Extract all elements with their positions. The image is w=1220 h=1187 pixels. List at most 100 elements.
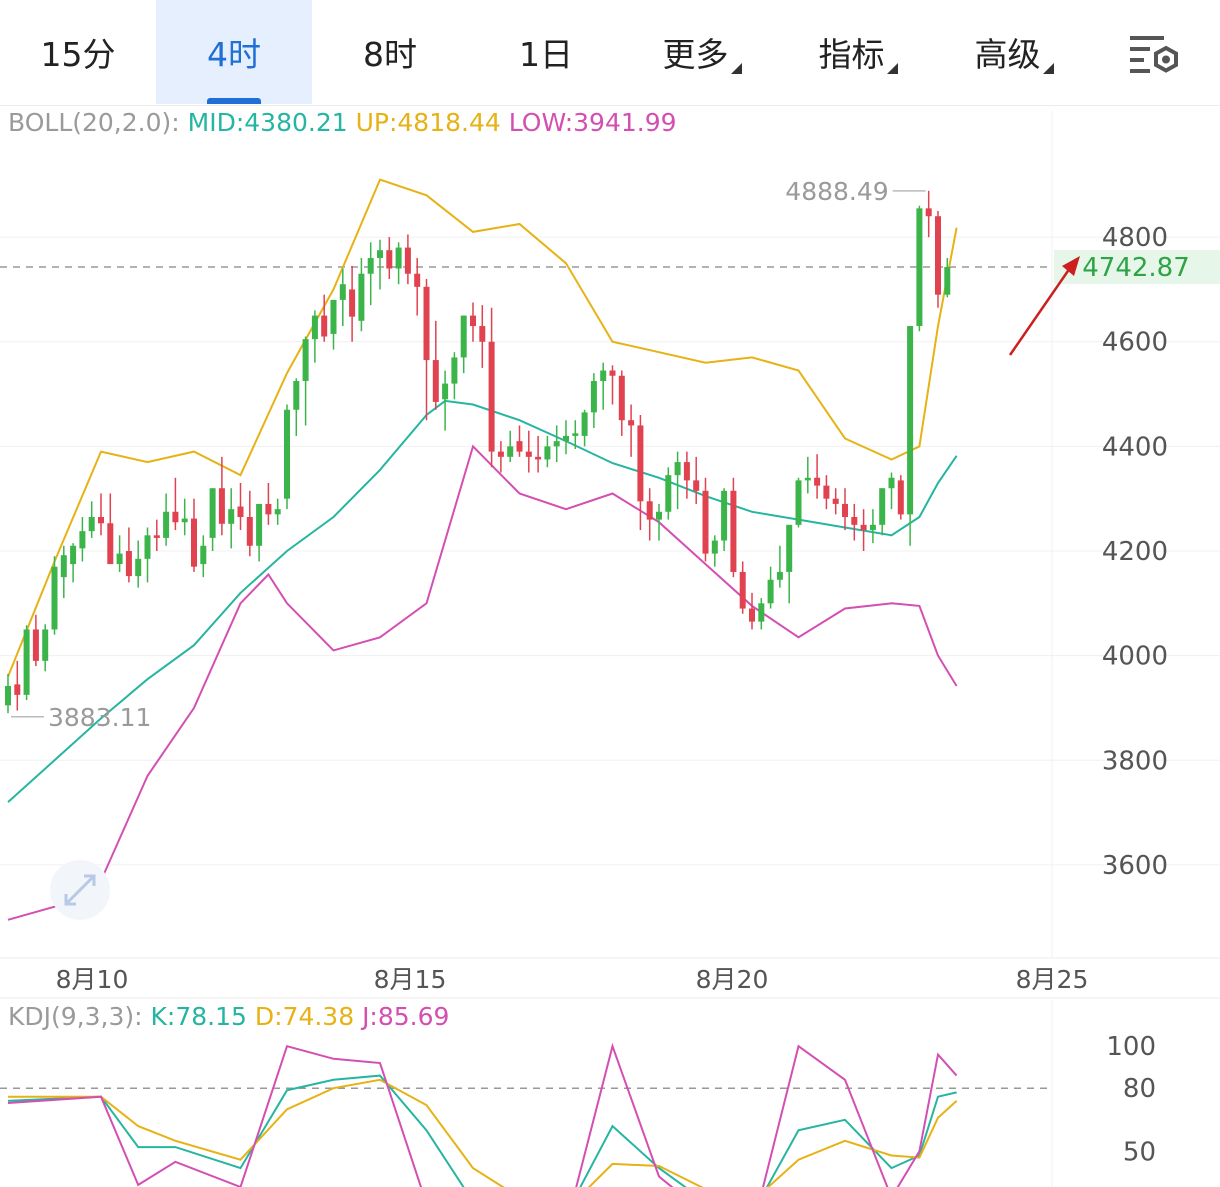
candle-body [776, 571, 783, 580]
candle-body [107, 523, 114, 565]
candle-body [200, 545, 207, 565]
candle-body [246, 516, 253, 546]
candle [200, 535, 207, 578]
candle [404, 234, 411, 285]
candle-body [163, 511, 170, 538]
candle [339, 268, 346, 327]
candle [721, 488, 728, 552]
candle [897, 475, 904, 520]
candle-body [79, 531, 86, 549]
candle [23, 625, 30, 701]
candle [246, 490, 253, 557]
candle-body [581, 412, 588, 436]
kdj-d-line [8, 1078, 958, 1187]
candle-body [907, 326, 914, 515]
candle-body [395, 247, 402, 269]
candle-body [181, 518, 188, 523]
candle [702, 477, 709, 562]
candle-body [553, 441, 560, 447]
candle-body [516, 441, 523, 452]
candle-body [646, 501, 653, 520]
candle-body [767, 579, 774, 604]
candle [823, 475, 830, 510]
candle-body [935, 216, 941, 295]
time-axis-tick-label: 8月15 [374, 965, 447, 994]
candle [711, 535, 718, 567]
candle [656, 503, 662, 541]
candle-body [144, 535, 151, 559]
candle [618, 370, 625, 436]
candle [153, 519, 160, 552]
current-price-value: 4742.87 [1082, 253, 1190, 283]
candle-body [23, 629, 30, 695]
candle [284, 404, 290, 510]
candle-body [758, 603, 765, 622]
candle-body [888, 477, 895, 489]
candle-body [32, 629, 39, 661]
candle [218, 456, 225, 536]
candle-body [618, 375, 625, 421]
candle [88, 501, 95, 538]
candle [907, 326, 914, 546]
candle [386, 237, 393, 279]
time-axis-tick-label: 8月25 [1016, 965, 1089, 994]
price-axis-tick-label: 4200 [1102, 537, 1168, 567]
price-axis-tick-label: 4400 [1102, 432, 1168, 462]
price-axis-tick-label: 3800 [1102, 746, 1168, 776]
candle-body [42, 629, 49, 661]
candle [228, 488, 235, 549]
candle [851, 503, 858, 541]
candle [804, 456, 811, 494]
kdj-axis-tick-label: 100 [1106, 1032, 1156, 1062]
candle-body [432, 360, 439, 402]
candle-body [218, 488, 225, 524]
candle-body [637, 425, 644, 502]
candle-body [116, 553, 123, 565]
candle [349, 265, 356, 342]
candle-body [925, 208, 932, 217]
candle [795, 477, 802, 528]
candle-body [358, 273, 365, 321]
candle [116, 535, 123, 572]
candle [497, 441, 504, 473]
candle [367, 242, 374, 306]
candle-body [98, 516, 104, 524]
candle-body [237, 506, 244, 517]
candle-body [386, 250, 393, 269]
candle-body [284, 409, 290, 499]
candle [767, 566, 774, 609]
candle [181, 498, 188, 536]
candle-body [851, 516, 858, 525]
expand-chart-icon[interactable] [50, 860, 110, 920]
candle [888, 472, 895, 510]
candle [479, 305, 486, 368]
candle-body [451, 357, 458, 384]
candle-body [14, 684, 21, 695]
candle [535, 435, 542, 473]
candle [553, 425, 560, 463]
candle [749, 592, 755, 630]
candle [256, 503, 263, 562]
candle-body [600, 370, 607, 381]
candle-body [274, 509, 281, 515]
candle-body [739, 571, 746, 609]
candle-body [842, 503, 848, 517]
candle-body [5, 685, 11, 706]
price-chart[interactable]: 3600 3800 4000 4200 4400 4600 4800 8月10 8月15 8月20… [0, 0, 1220, 1187]
candle-body [339, 284, 346, 300]
price-axis-tick-label: 4000 [1102, 642, 1168, 672]
candle-body [879, 488, 886, 525]
candle-body [404, 247, 411, 274]
candle [832, 488, 839, 515]
price-axis-tick-label: 4800 [1102, 223, 1168, 253]
candle [516, 425, 523, 457]
candle [274, 498, 281, 525]
candle [358, 258, 365, 332]
candle-body [460, 315, 467, 358]
candle [163, 493, 170, 546]
candle [14, 660, 21, 711]
candle [311, 310, 318, 363]
candle [107, 493, 114, 565]
candle [860, 509, 867, 552]
candle [135, 540, 142, 588]
